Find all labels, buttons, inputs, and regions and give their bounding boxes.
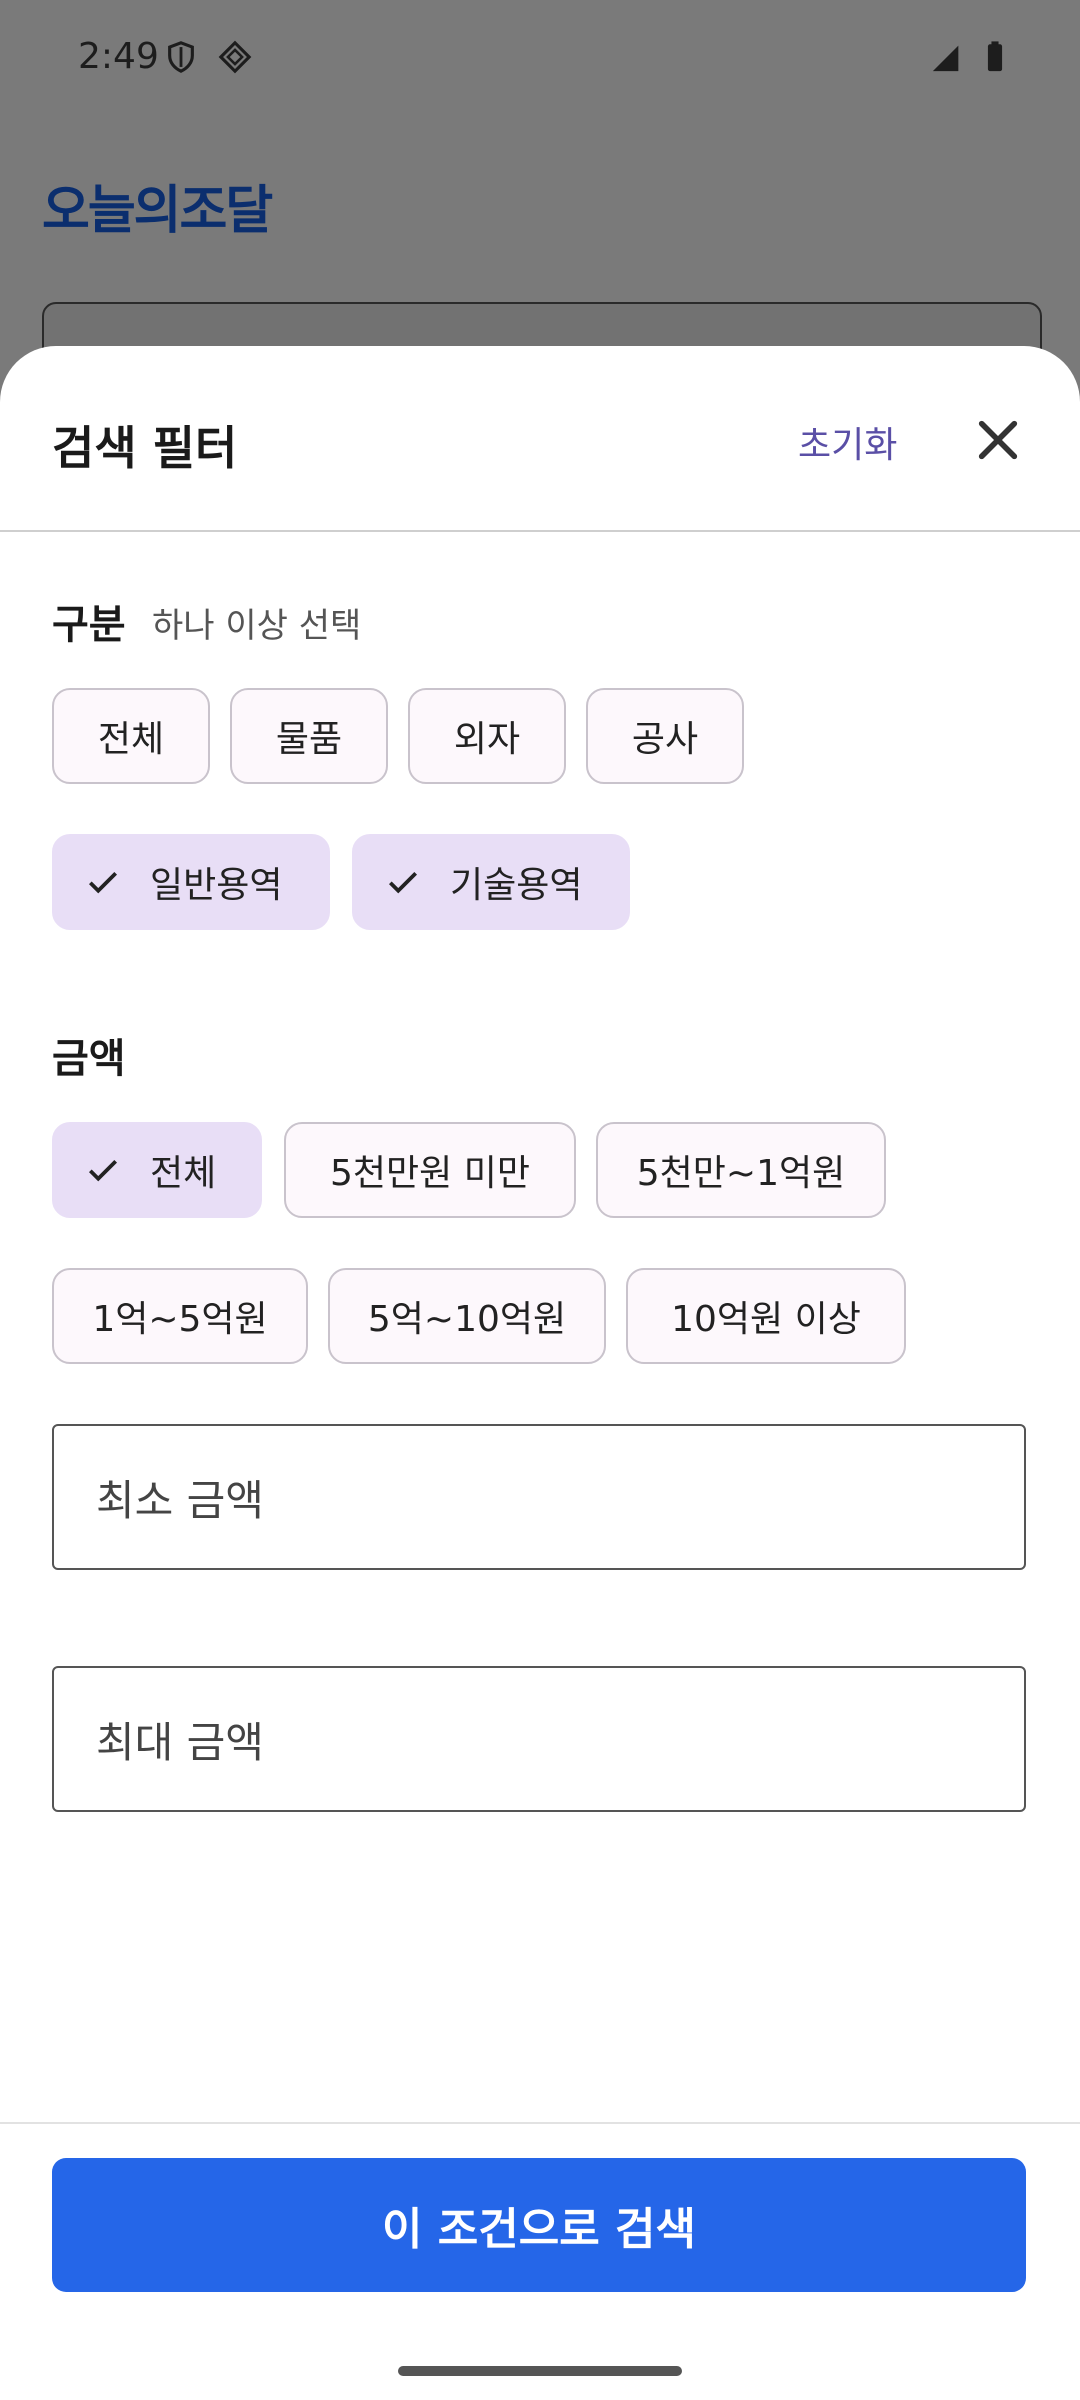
min-amount-placeholder: 최소 금액 [96, 1475, 264, 1525]
chip-label: 물품 [275, 719, 343, 760]
chip-label: 전체 [150, 1153, 217, 1194]
category-chip-general-service[interactable]: 일반용역 [52, 834, 330, 930]
chip-label: 1억~5억원 [92, 1299, 268, 1340]
category-chip-foreign[interactable]: 외자 [408, 688, 566, 784]
status-time: 2:49 [78, 36, 159, 77]
close-icon[interactable] [970, 412, 1026, 468]
amount-section-title: 금액 [52, 1036, 126, 1082]
amount-chip-all[interactable]: 전체 [52, 1122, 262, 1218]
chip-label: 5천만~1억원 [636, 1153, 846, 1194]
amount-chip-under-50m[interactable]: 5천만원 미만 [284, 1122, 576, 1218]
chip-label: 일반용역 [150, 865, 283, 906]
filter-sheet: 검색 필터 초기화 구분 하나 이상 선택 전체 물품 외자 공사 일반용역 기… [0, 346, 1080, 2400]
header-divider [0, 530, 1080, 532]
min-amount-field[interactable]: 최소 금액 [52, 1424, 1026, 1570]
category-section-title: 구분 [52, 602, 126, 648]
shield-icon [168, 41, 194, 73]
chip-label: 5천만원 미만 [330, 1153, 530, 1194]
reset-button[interactable]: 초기화 [798, 416, 897, 468]
amount-chip-100m-500m[interactable]: 1억~5억원 [52, 1268, 308, 1364]
category-section-subtitle: 하나 이상 선택 [152, 606, 362, 646]
chip-label: 전체 [97, 719, 165, 760]
battery-icon [987, 41, 1003, 72]
app-logo: 오늘의조달 [42, 181, 273, 241]
chip-label: 5억~10억원 [367, 1299, 567, 1340]
chip-label: 외자 [453, 719, 521, 760]
check-icon [388, 871, 418, 894]
home-indicator[interactable] [398, 2366, 682, 2376]
chip-label: 공사 [631, 719, 699, 760]
amount-chip-50m-100m[interactable]: 5천만~1억원 [596, 1122, 886, 1218]
signal-icon [932, 45, 959, 72]
search-button[interactable]: 이 조건으로 검색 [52, 2158, 1026, 2292]
category-chip-technical-service[interactable]: 기술용역 [352, 834, 630, 930]
amount-chip-500m-1b[interactable]: 5억~10억원 [328, 1268, 606, 1364]
check-icon [88, 1159, 118, 1182]
chip-label: 10억원 이상 [671, 1299, 861, 1340]
status-bar: 2:49 [0, 0, 1080, 120]
footer-divider [0, 2122, 1080, 2124]
amount-chip-over-1b[interactable]: 10억원 이상 [626, 1268, 906, 1364]
max-amount-placeholder: 최대 금액 [96, 1717, 264, 1767]
diamond-icon [218, 40, 252, 74]
max-amount-field[interactable]: 최대 금액 [52, 1666, 1026, 1812]
sheet-title: 검색 필터 [52, 421, 238, 475]
check-icon [88, 871, 118, 894]
category-chip-all[interactable]: 전체 [52, 688, 210, 784]
category-chip-goods[interactable]: 물품 [230, 688, 388, 784]
chip-label: 기술용역 [450, 865, 583, 906]
category-chip-construction[interactable]: 공사 [586, 688, 744, 784]
